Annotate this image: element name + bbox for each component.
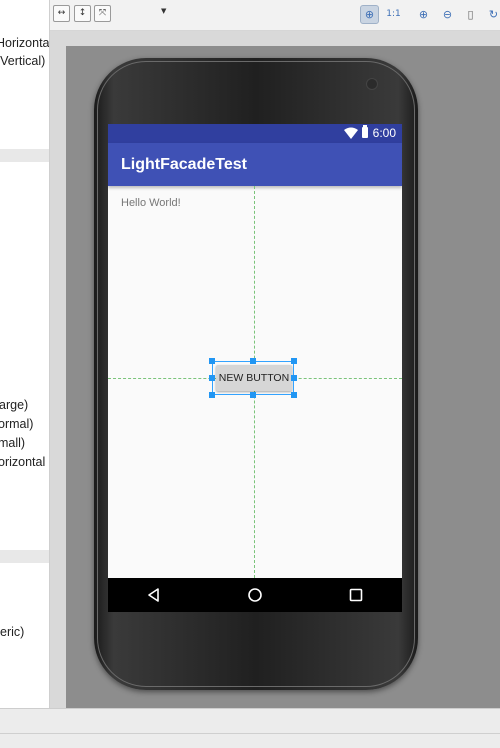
new-button[interactable]: NEW BUTTON [216, 365, 292, 391]
resize-handle[interactable] [209, 392, 215, 398]
navigation-bar [108, 578, 402, 612]
zoom-out-icon[interactable]: ⊖ [438, 5, 457, 24]
battery-icon [362, 125, 368, 138]
app-bar: LightFacadeTest [108, 143, 402, 186]
resize-handle[interactable] [250, 358, 256, 364]
resize-handle[interactable] [291, 358, 297, 364]
hello-world-text[interactable]: Hello World! [121, 197, 181, 209]
wifi-icon [344, 127, 358, 139]
resize-handle[interactable] [291, 375, 297, 381]
actual-size-icon[interactable]: 1:1 [384, 5, 403, 24]
panel-divider [0, 550, 49, 563]
panel-divider [0, 149, 49, 162]
bottom-status-bar [0, 708, 500, 748]
property-option[interactable]: mall) [0, 436, 49, 450]
property-option[interactable]: arge) [0, 398, 49, 412]
zoom-in-icon[interactable]: ⊕ [414, 5, 433, 24]
selected-widget[interactable]: NEW BUTTON [209, 358, 297, 398]
property-option[interactable]: (Vertical) [0, 54, 49, 68]
back-icon[interactable] [146, 587, 162, 603]
recent-apps-icon[interactable] [348, 587, 364, 603]
resize-handle[interactable] [291, 392, 297, 398]
status-bar: 6:00 [108, 124, 402, 143]
property-option[interactable]: orizontal [0, 455, 49, 469]
properties-panel: Horizonta (Vertical) arge) ormal) mall) … [0, 0, 50, 708]
front-camera [366, 78, 378, 90]
fit-width-icon[interactable]: ↔ [53, 5, 70, 22]
property-option[interactable]: eric) [0, 625, 49, 639]
resize-handle[interactable] [209, 375, 215, 381]
chevron-down-icon[interactable]: ▼ [161, 7, 166, 15]
expand-icon[interactable]: ⤧ [94, 5, 111, 22]
divider [0, 733, 500, 734]
status-time: 6:00 [372, 126, 396, 140]
document-icon[interactable]: ▯ [461, 5, 480, 24]
zoom-to-fit-icon[interactable]: ⊕ [360, 5, 379, 24]
property-option[interactable]: ormal) [0, 417, 49, 431]
refresh-icon[interactable]: ↻ [484, 5, 500, 24]
resize-handle[interactable] [250, 392, 256, 398]
device-screen[interactable]: 6:00 LightFacadeTest Hello World! NEW BU… [108, 124, 402, 612]
property-option[interactable]: Horizonta [0, 36, 49, 50]
layout-editor-toolbar: ↔ ↕ ⤧ ▼ ⊕ 1:1 ⊕ ⊖ ▯ ↻ [50, 0, 500, 31]
home-icon[interactable] [247, 587, 263, 603]
fit-height-icon[interactable]: ↕ [74, 5, 91, 22]
resize-handle[interactable] [209, 358, 215, 364]
app-title: LightFacadeTest [121, 156, 247, 173]
